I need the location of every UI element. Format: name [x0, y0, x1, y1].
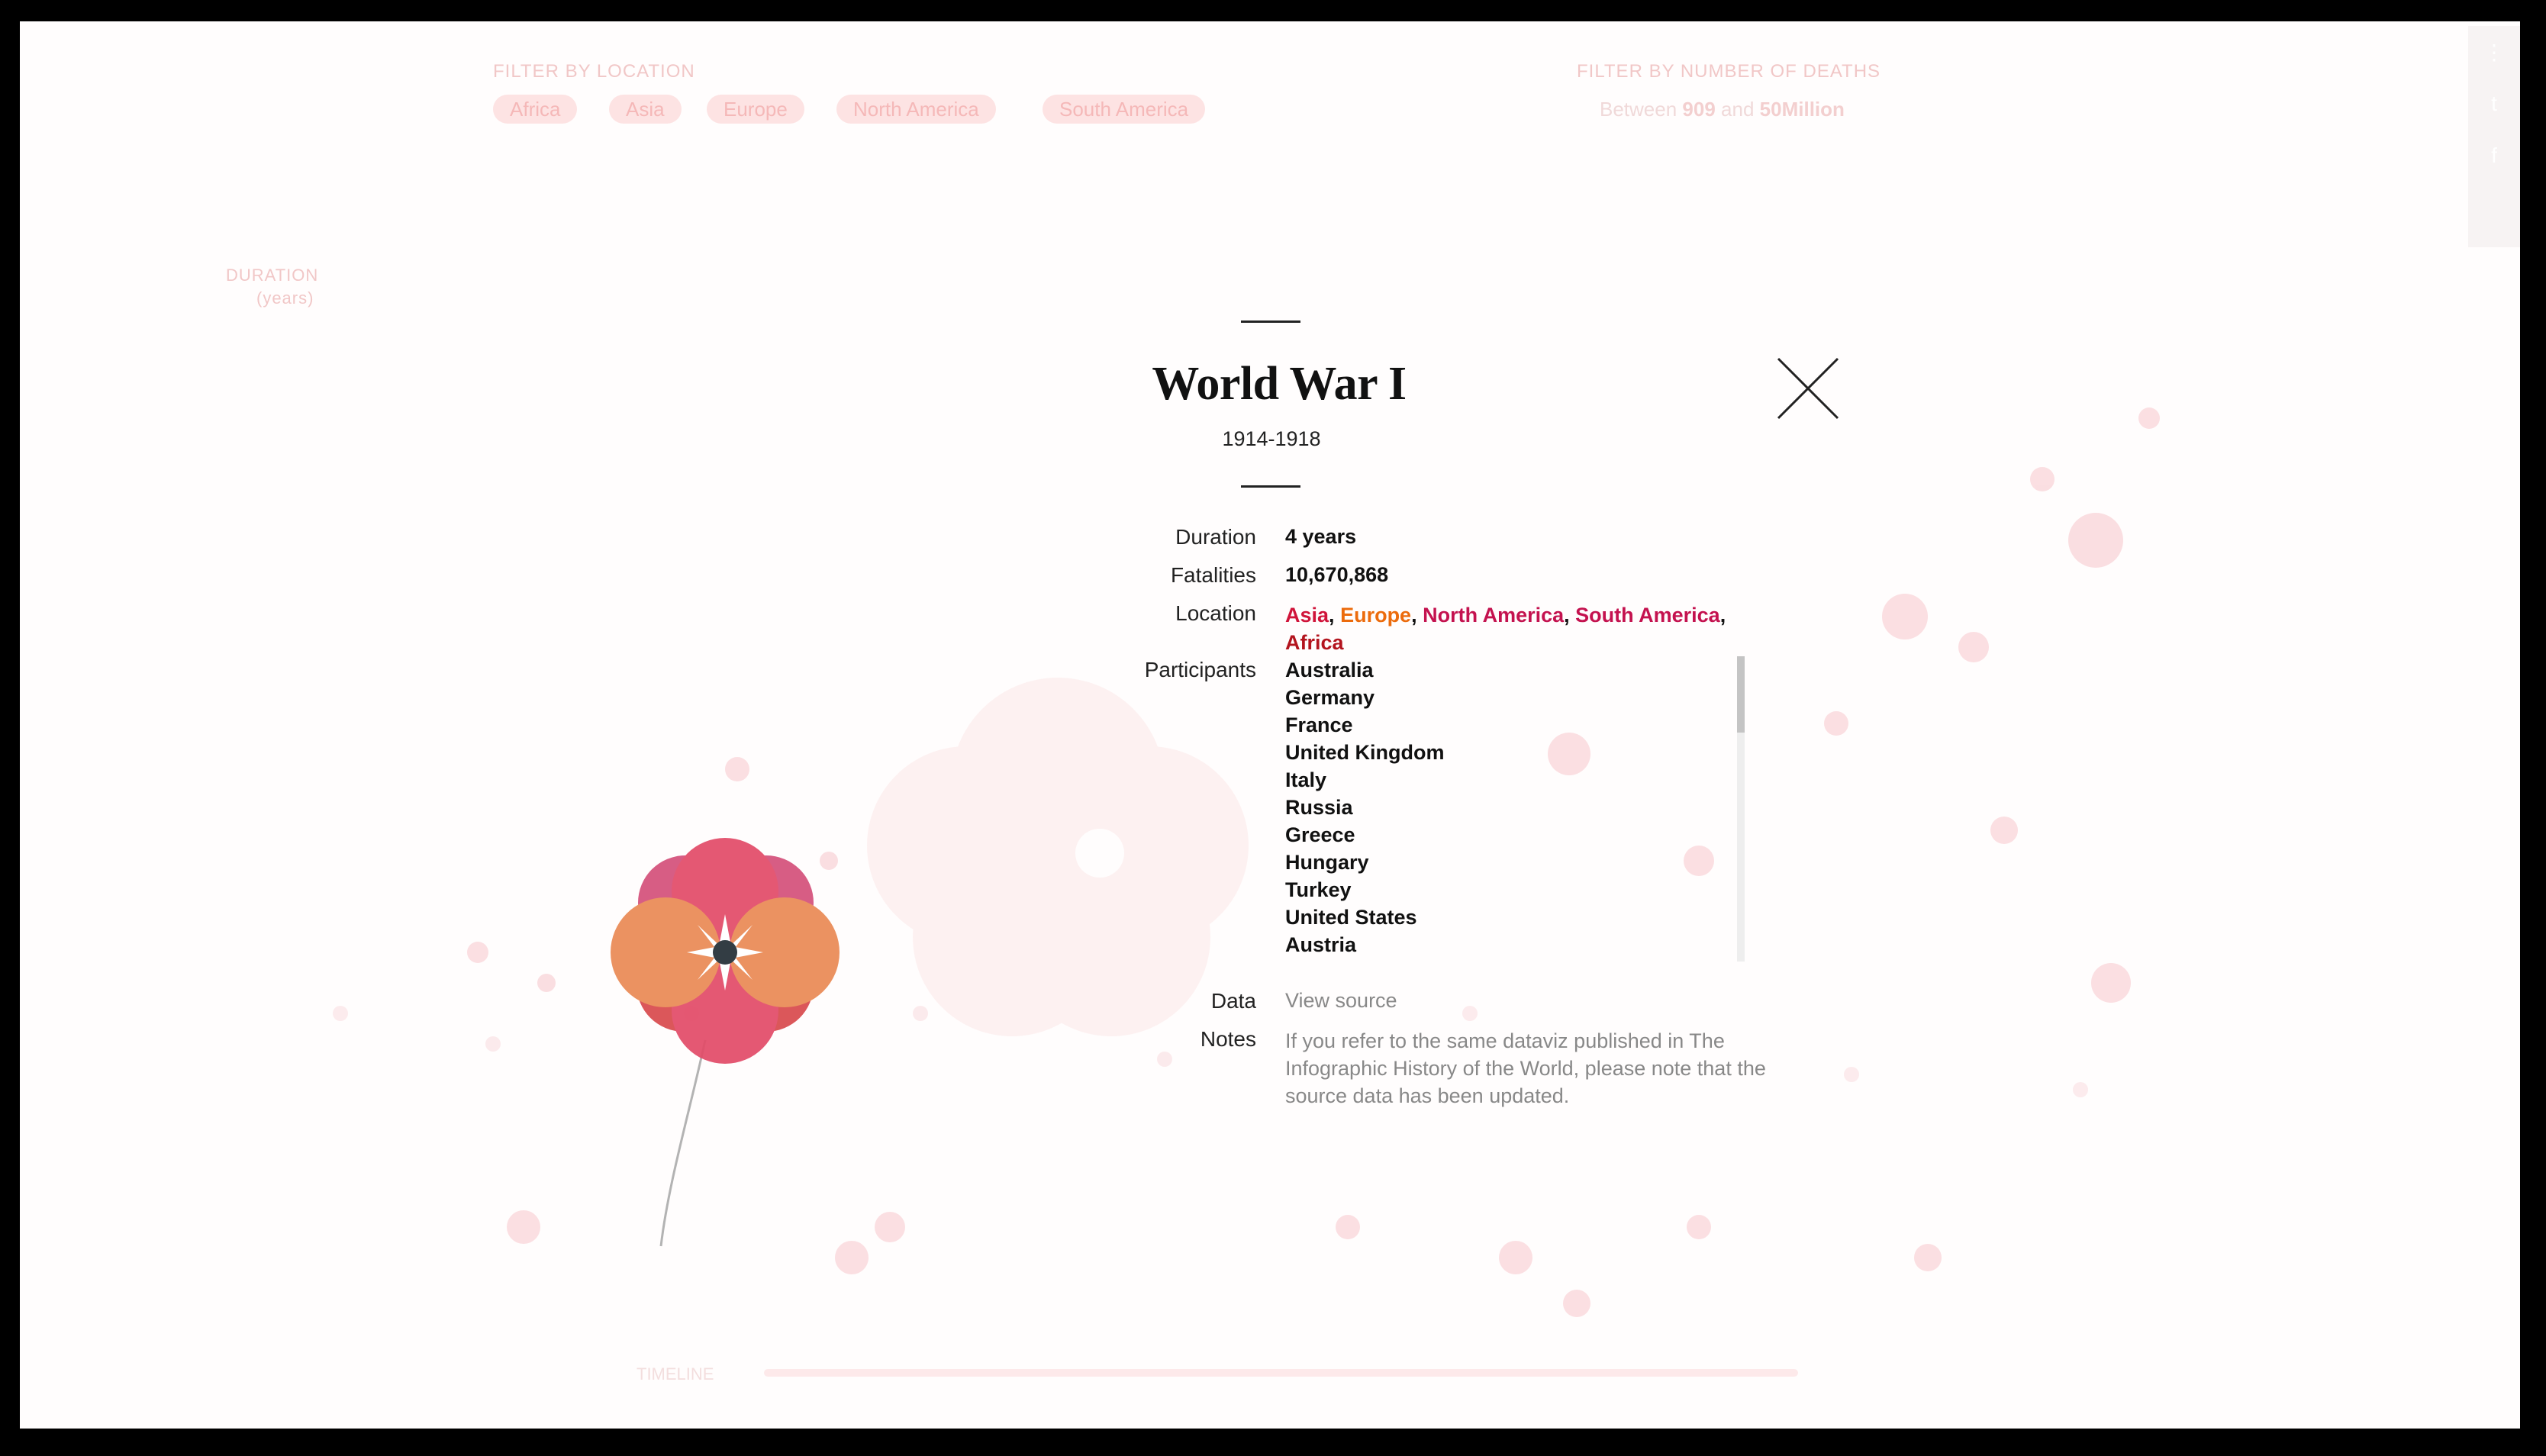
participants-list[interactable]: Australia Germany France United Kingdom … — [1285, 656, 1743, 962]
participant-item: Italy — [1285, 768, 1327, 791]
location-list: Asia, Europe, North America, South Ameri… — [1285, 604, 1726, 654]
participant-item: Hungary — [1285, 851, 1369, 874]
location-europe[interactable]: Europe — [1340, 604, 1411, 627]
title-rule-top — [1241, 321, 1300, 323]
title-rule-bottom — [1241, 485, 1300, 488]
participant-item: United States — [1285, 906, 1417, 929]
war-detail-modal: World War I 1914-1918 Duration 4 years F… — [20, 21, 2520, 1429]
page-title: World War I — [1152, 358, 1407, 410]
participant-item: United Kingdom — [1285, 741, 1445, 764]
participant-item: Greece — [1285, 823, 1355, 846]
participant-item: Turkey — [1285, 878, 1352, 901]
view-source-link[interactable]: View source — [1285, 989, 1397, 1013]
notes-text: If you refer to the same dataviz publish… — [1285, 1029, 1766, 1107]
duration-label: Duration — [1175, 525, 1256, 549]
participant-item: Austria — [1285, 933, 1357, 956]
fatalities-label: Fatalities — [1170, 563, 1256, 587]
duration-value: 4 years — [1285, 525, 1357, 548]
location-africa[interactable]: Africa — [1285, 631, 1344, 654]
participants-scroll-thumb[interactable] — [1737, 656, 1745, 733]
location-south-america[interactable]: South America — [1575, 604, 1720, 627]
participant-item: Australia — [1285, 659, 1374, 681]
data-label: Data — [1210, 989, 1256, 1013]
location-north-america[interactable]: North America — [1423, 604, 1564, 627]
fatalities-value: 10,670,868 — [1285, 563, 1389, 586]
notes-label: Notes — [1200, 1027, 1256, 1051]
location-label: Location — [1175, 601, 1256, 625]
participant-item: France — [1285, 714, 1353, 736]
participant-item: Germany — [1285, 686, 1375, 709]
location-asia[interactable]: Asia — [1285, 604, 1329, 627]
war-dates: 1914-1918 — [1222, 427, 1321, 450]
participants-scrollbar[interactable] — [1737, 656, 1745, 962]
participants-label: Participants — [1144, 658, 1256, 681]
participant-item: Russia — [1285, 796, 1353, 819]
app-window: FILTER BY LOCATION Africa Asia Europe No… — [20, 21, 2520, 1429]
close-icon[interactable] — [1774, 354, 1842, 423]
